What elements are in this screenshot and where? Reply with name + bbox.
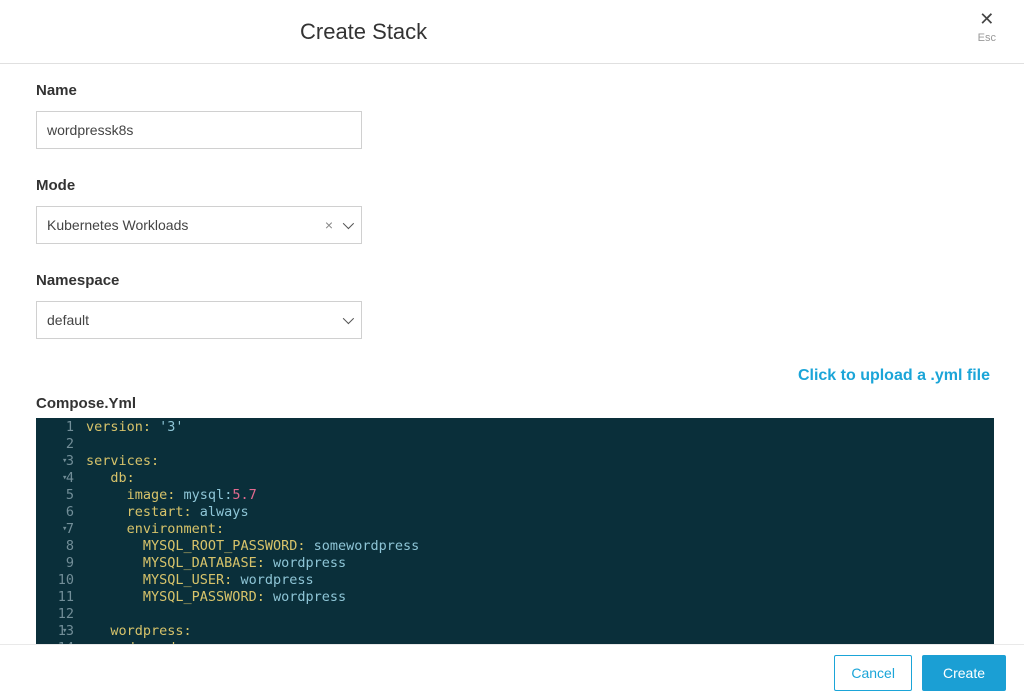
- cancel-button[interactable]: Cancel: [834, 655, 912, 691]
- close-icon: ✕: [978, 10, 996, 28]
- modal-header: Create Stack ✕ Esc: [0, 0, 1024, 64]
- modal-title: Create Stack: [300, 19, 427, 45]
- create-button[interactable]: Create: [922, 655, 1006, 691]
- chevron-down-icon: [343, 313, 354, 324]
- mode-label: Mode: [36, 177, 994, 194]
- namespace-select-value: default: [47, 312, 343, 328]
- upload-yml-link[interactable]: Click to upload a .yml file: [36, 367, 990, 385]
- compose-yml-editor[interactable]: 123▾4▾567▾8910111213▾14▾15 version: '3's…: [36, 418, 994, 644]
- close-esc-label: Esc: [978, 32, 996, 44]
- mode-field-group: Mode Kubernetes Workloads ×: [36, 177, 994, 244]
- modal-body: Name Mode Kubernetes Workloads × Namespa…: [0, 64, 1024, 644]
- mode-select-value: Kubernetes Workloads: [47, 217, 325, 233]
- namespace-field-group: Namespace default: [36, 272, 994, 339]
- name-input[interactable]: [36, 111, 362, 149]
- modal-footer: Cancel Create: [0, 644, 1024, 700]
- chevron-down-icon: [343, 218, 354, 229]
- name-field-group: Name: [36, 82, 994, 149]
- namespace-select[interactable]: default: [36, 301, 362, 339]
- compose-yml-label: Compose.Yml: [36, 395, 994, 412]
- close-button[interactable]: ✕ Esc: [978, 10, 996, 44]
- namespace-label: Namespace: [36, 272, 994, 289]
- editor-code[interactable]: version: '3'services: db: image: mysql:5…: [80, 418, 419, 644]
- clear-icon[interactable]: ×: [325, 217, 333, 233]
- mode-select[interactable]: Kubernetes Workloads ×: [36, 206, 362, 244]
- editor-gutter: 123▾4▾567▾8910111213▾14▾15: [36, 418, 80, 644]
- name-label: Name: [36, 82, 994, 99]
